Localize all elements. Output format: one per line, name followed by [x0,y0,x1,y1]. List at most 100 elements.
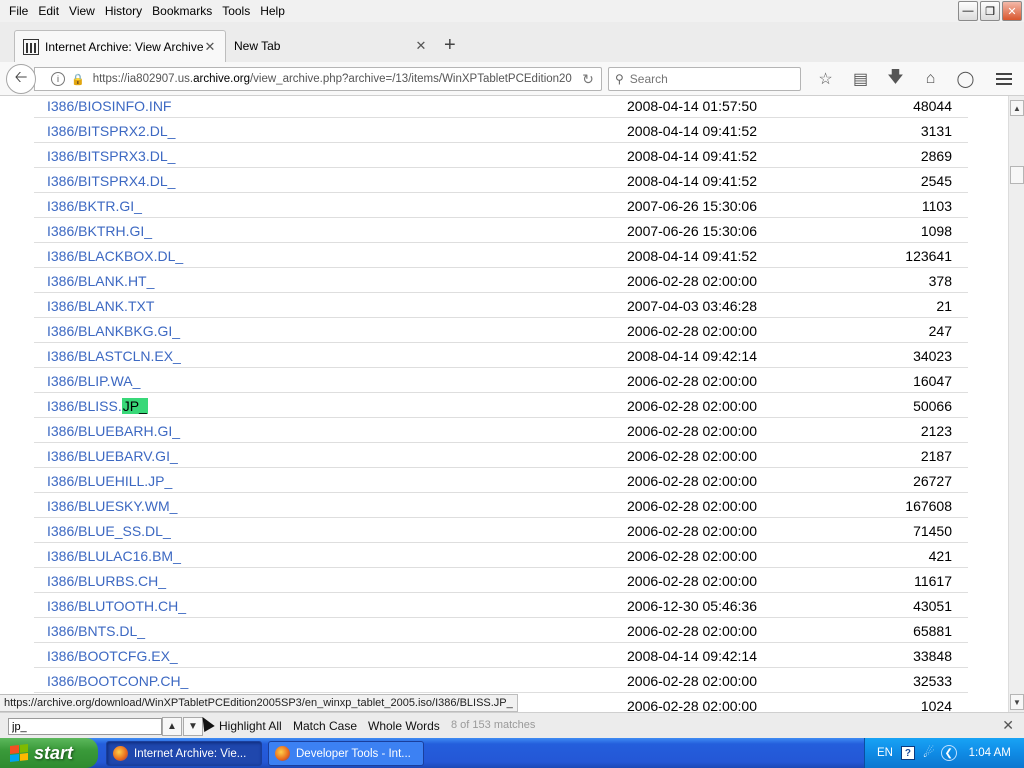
search-input[interactable] [629,72,780,86]
menu-help[interactable]: Help [255,4,290,18]
find-match-status: 8 of 153 matches [451,719,536,731]
file-link[interactable]: I386/BLANK.TXT [47,298,154,314]
menu-tools[interactable]: Tools [217,4,255,18]
menu-file[interactable]: File [4,4,33,18]
file-link[interactable]: I386/BLUE_SS.DL_ [47,523,171,539]
file-link[interactable]: I386/BOOTCFG.EX_ [47,648,178,664]
hamburger-menu-icon[interactable] [992,68,1016,90]
file-link[interactable]: I386/BLACKBOX.DL_ [47,248,183,264]
file-link[interactable]: I386/BNTS.DL_ [47,623,145,639]
tab-new-tab[interactable]: New Tab ✕ [226,30,436,62]
download-icon[interactable]: 🡇 [878,68,913,90]
find-bar: ▲ ▼ Highlight All Match Case Whole Words… [0,712,1024,738]
file-link[interactable]: I386/BLANKBKG.GI_ [47,323,180,339]
file-link[interactable]: I386/BKTR.GI_ [47,198,142,214]
table-row: I386/BLUESKY.WM_ 2006-02-28 02:00:00 16760… [34,493,968,518]
start-button[interactable]: start [0,738,98,768]
scroll-down-arrow-icon[interactable]: ▼ [1010,694,1024,710]
file-name: I386/BLIP.WA_ [47,373,141,389]
file-link[interactable]: I386/BITSPRX2.DL_ [47,123,175,139]
file-size: 2869 [920,148,952,164]
table-row: I386/BKTR.GI_ 2007-06-26 15:30:06 1103 [34,193,968,218]
file-name: I386/BLACKBOX.DL_ [47,248,184,264]
help-icon[interactable]: ? [900,746,915,760]
file-link[interactable]: I386/BLASTCLN.EX_ [47,348,181,364]
file-link[interactable]: I386/BLUEBARH.GI_ [47,423,180,439]
file-link[interactable]: I386/BLUEBARV.GI_ [47,448,178,464]
tab-strip: Internet Archive: View Archive ✕ New Tab… [0,22,1024,62]
tab-close-icon[interactable]: ✕ [414,38,428,54]
whole-words-toggle[interactable]: Whole Words [368,719,440,733]
network-icon[interactable]: ☄ [923,745,935,761]
file-name: I386/BLULAC16.BM_ [47,548,181,564]
menu-view[interactable]: View [64,4,100,18]
file-link[interactable]: I386/BLIP.WA_ [47,373,140,389]
match-case-toggle[interactable]: Match Case [293,719,357,733]
file-name: I386/BITSPRX2.DL_ [47,123,176,139]
page-content: I386/BIOSINFO.INF 2008-04-14 01:57:50 4804… [0,96,1008,712]
restore-button[interactable]: ❐ [980,1,1000,21]
file-size: 2187 [920,448,952,464]
file-date: 2006-12-30 05:46:36 [627,598,757,614]
windows-taskbar: start Internet Archive: Vie... Developer… [0,738,1024,768]
file-link[interactable]: I386/BLANK.HT_ [47,273,154,289]
file-size: 21 [936,298,952,314]
show-hidden-icons-chevron-icon[interactable]: ❮ [940,745,957,761]
file-link[interactable]: I386/BLULAC16.BM_ [47,548,181,564]
pocket-icon[interactable]: ◯ [948,68,983,90]
new-tab-plus-icon[interactable]: + [444,34,456,57]
highlight-all-toggle[interactable]: Highlight All [219,719,282,733]
file-link[interactable]: I386/BLUESKY.WM_ [47,498,177,514]
find-close-icon[interactable]: ✕ [1002,717,1014,734]
info-icon[interactable]: i [51,72,65,86]
file-date: 2008-04-14 09:41:52 [627,173,757,189]
file-name: I386/BLURBS.CH_ [47,573,167,589]
home-icon[interactable]: ⌂ [913,68,948,90]
vertical-scrollbar[interactable]: ▲ ▼ [1008,96,1024,712]
file-link[interactable]: I386/BITSPRX3.DL_ [47,148,175,164]
table-row: I386/BLACKBOX.DL_ 2008-04-14 09:41:52 1236… [34,243,968,268]
file-name: I386/BLANKBKG.GI_ [47,323,181,339]
language-indicator[interactable]: EN [877,747,893,759]
file-link[interactable]: I386/BLURBS.CH_ [47,573,166,589]
find-input[interactable] [8,718,162,735]
tab-close-icon[interactable]: ✕ [203,39,217,55]
file-link[interactable]: I386/BLISS.JP_ [47,398,148,414]
menu-bookmarks[interactable]: Bookmarks [147,4,217,18]
file-name: I386/BKTR.GI_ [47,198,142,214]
file-link[interactable]: I386/BLUEHILL.JP_ [47,473,172,489]
close-window-button[interactable]: ✕ [1002,1,1022,21]
file-link[interactable]: I386/BOOTCONP.CH_ [47,673,188,689]
file-link[interactable]: I386/BKTRH.GI_ [47,223,152,239]
tab-internet-archive[interactable]: Internet Archive: View Archive ✕ [14,30,226,62]
menu-bar: File Edit View History Bookmarks Tools H… [0,0,1024,22]
file-size: 421 [928,548,952,564]
taskbar-item-internet-archive[interactable]: Internet Archive: Vie... [106,741,262,766]
minimize-button[interactable]: — [958,1,978,21]
reload-icon[interactable]: ↻ [575,71,601,88]
scroll-up-arrow-icon[interactable]: ▲ [1010,100,1024,116]
scrollbar-thumb[interactable] [1010,166,1024,184]
file-link[interactable]: I386/BLUTOOTH.CH_ [47,598,186,614]
lock-icon[interactable]: 🔒 [71,73,85,86]
file-size: 26727 [913,473,952,489]
taskbar-item-developer-tools[interactable]: Developer Tools - Int... [268,741,424,766]
file-link[interactable]: I386/BIOSINFO.INF [47,98,171,114]
bookmark-star-icon[interactable]: ☆ [808,68,843,90]
file-date: 2006-02-28 02:00:00 [627,273,757,289]
table-row: I386/BITSPRX3.DL_ 2008-04-14 09:41:52 2869 [34,143,968,168]
url-text[interactable]: https://ia802907.us.archive.org/view_arc… [93,73,575,85]
file-date: 2006-02-28 02:00:00 [627,573,757,589]
reading-list-icon[interactable]: ▤ [843,68,878,90]
menu-history[interactable]: History [100,4,147,18]
file-link[interactable]: I386/BITSPRX4.DL_ [47,173,175,189]
menu-edit[interactable]: Edit [33,4,64,18]
file-date: 2006-02-28 02:00:00 [627,673,757,689]
back-button[interactable]: 🡠 [6,64,36,94]
find-previous-chevron-up-icon[interactable]: ▲ [162,717,182,736]
search-bar[interactable]: ⚲ [608,67,801,91]
url-bar[interactable]: i 🔒 https://ia802907.us.archive.org/view… [34,67,602,91]
table-row: I386/BOOTCFG.EX_ 2008-04-14 09:42:14 33848 [34,643,968,668]
table-row: I386/BLUE_SS.DL_ 2006-02-28 02:00:00 71450 [34,518,968,543]
start-label: start [34,742,74,763]
